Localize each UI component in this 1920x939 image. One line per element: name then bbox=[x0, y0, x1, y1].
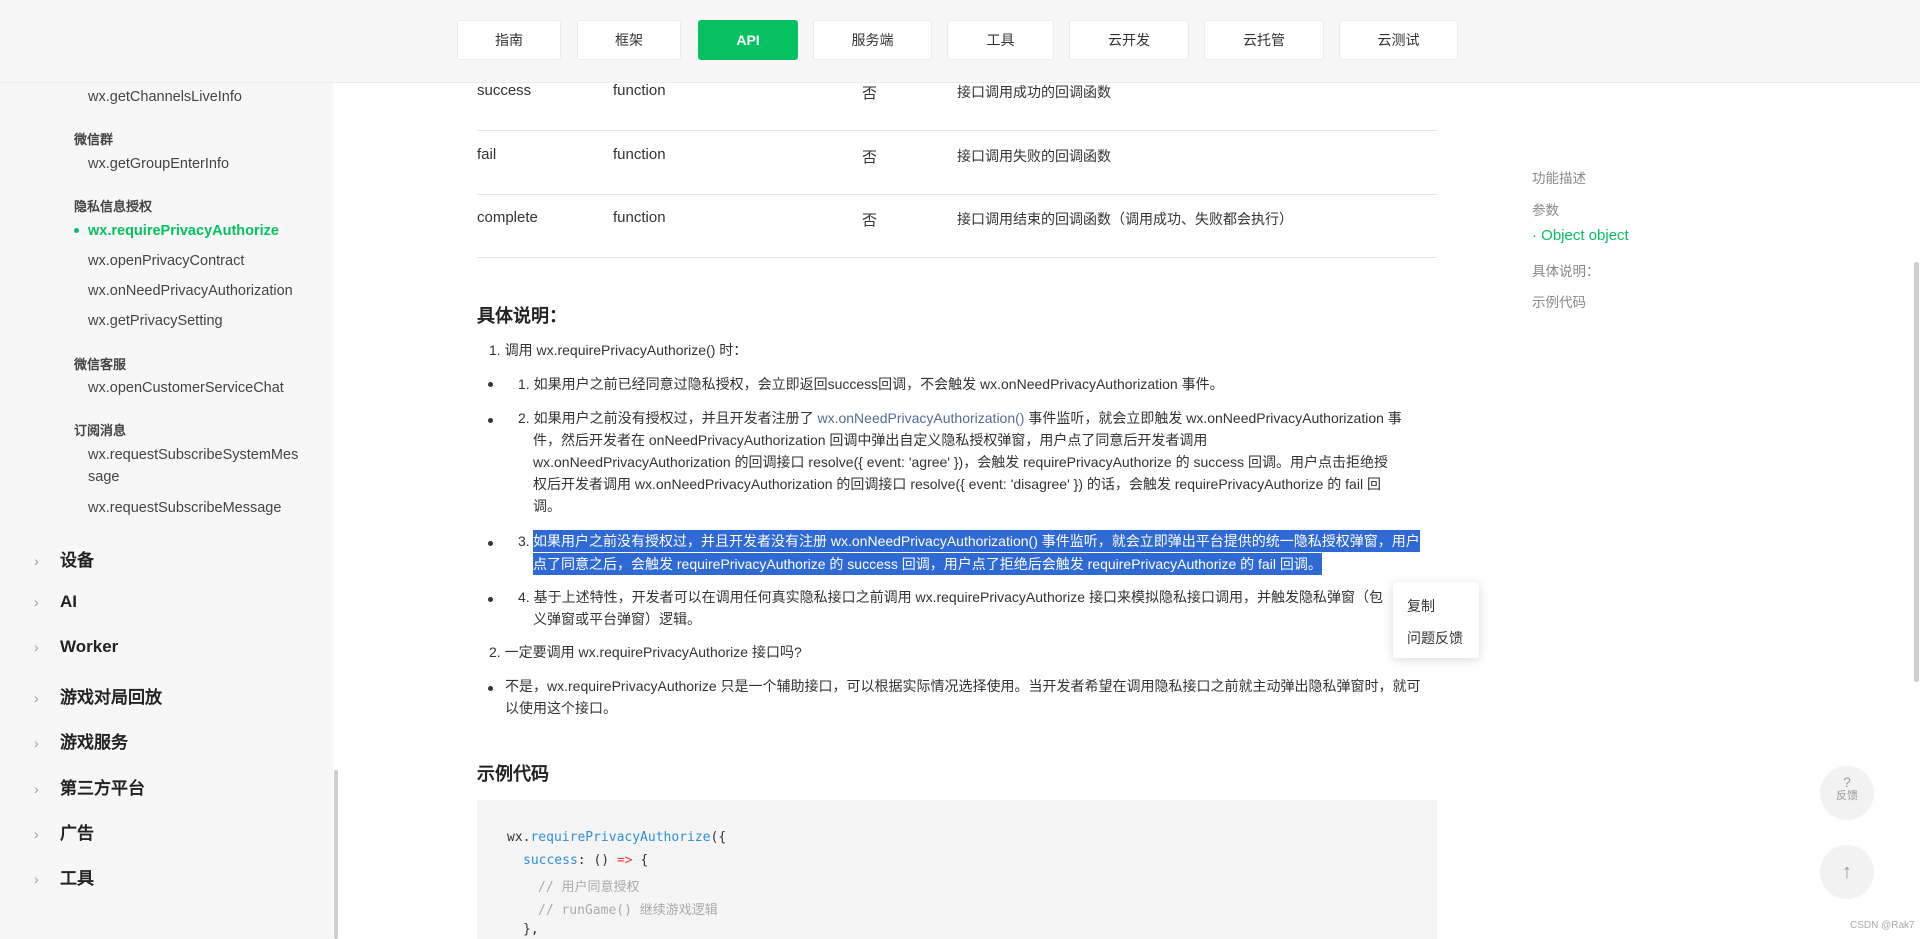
bullet-dot bbox=[488, 597, 493, 602]
sidebar-section-game-replay[interactable]: › 游戏对局回放 bbox=[34, 683, 162, 708]
watermark-credit: CSDN @Rak7 bbox=[1850, 920, 1915, 931]
active-dot-icon bbox=[74, 228, 79, 233]
list-item-line: 件，然后开发者在 onNeedPrivacyAuthorization 回调中弹… bbox=[533, 432, 1208, 448]
sidebar: wx.getChannelsLiveInfo 微信群 wx.getGroupEn… bbox=[0, 82, 333, 939]
sidebar-group-subscribe: 订阅消息 bbox=[74, 423, 127, 438]
tab-guide[interactable]: 指南 bbox=[457, 20, 561, 60]
sidebar-section-tools[interactable]: › 工具 bbox=[34, 864, 94, 889]
sidebar-item-requestsubscribemessage[interactable]: wx.requestSubscribeMessage bbox=[88, 497, 281, 519]
back-to-top-button[interactable]: ↑ bbox=[1820, 845, 1874, 899]
chevron-right-icon: › bbox=[34, 735, 39, 751]
list-item: 1. 如果用户之前已经同意过隐私授权，会立即返回success回调，不会触发 w… bbox=[518, 376, 1224, 392]
toc-item-details[interactable]: 具体说明： bbox=[1532, 260, 1600, 280]
sidebar-group-customer-service: 微信客服 bbox=[74, 357, 127, 372]
sidebar-section-game-service[interactable]: › 游戏服务 bbox=[34, 728, 128, 753]
context-menu: 复制 问题反馈 bbox=[1393, 582, 1479, 658]
list-item-line: wx.onNeedPrivacyAuthorization 的回调接口 reso… bbox=[533, 454, 1388, 470]
sidebar-item-requestsubscribesystemmessage-wrap[interactable]: sage bbox=[88, 466, 119, 488]
tab-framework[interactable]: 框架 bbox=[577, 20, 681, 60]
tab-api[interactable]: API bbox=[698, 20, 798, 60]
selected-text[interactable]: 点了同意之后，会触发 requirePrivacyAuthorize 的 suc… bbox=[533, 553, 1322, 575]
sidebar-item-getchannelsliveinfo[interactable]: wx.getChannelsLiveInfo bbox=[88, 86, 242, 108]
sidebar-group-privacy: 隐私信息授权 bbox=[74, 199, 153, 214]
list-item-line: 义弹窗或平台弹窗）逻辑。 bbox=[533, 611, 701, 627]
list-item: 不是，wx.requirePrivacyAuthorize 只是一个辅助接口，可… bbox=[505, 678, 1421, 694]
section-heading-example: 示例代码 bbox=[477, 764, 549, 784]
sidebar-section-device[interactable]: › 设备 bbox=[34, 546, 94, 571]
sidebar-item-getprivacysetting[interactable]: wx.getPrivacySetting bbox=[88, 310, 223, 332]
list-item-line: 调。 bbox=[533, 498, 561, 514]
toc-item-description[interactable]: 功能描述 bbox=[1532, 167, 1586, 187]
code-block[interactable]: wx.requirePrivacyAuthorize({ success: ()… bbox=[477, 800, 1437, 939]
top-nav: 指南 框架 API 服务端 工具 云开发 云托管 云测试 bbox=[0, 0, 1920, 83]
tab-tools[interactable]: 工具 bbox=[947, 20, 1054, 60]
sidebar-group-wechat-group: 微信群 bbox=[74, 132, 114, 147]
sidebar-item-opencustomerservicechat[interactable]: wx.openCustomerServiceChat bbox=[88, 377, 284, 399]
page-scrollbar[interactable] bbox=[1914, 262, 1919, 682]
sidebar-scrollbar[interactable] bbox=[334, 770, 338, 939]
copy-menu-item[interactable]: 复制 bbox=[1407, 596, 1435, 616]
on-need-privacy-link[interactable]: wx.onNeedPrivacyAuthorization() bbox=[817, 410, 1024, 426]
sidebar-item-getgroupenterinfo[interactable]: wx.getGroupEnterInfo bbox=[88, 153, 229, 175]
chevron-right-icon: › bbox=[34, 781, 39, 797]
tab-cloud-test[interactable]: 云测试 bbox=[1339, 20, 1458, 60]
sidebar-section-ads[interactable]: › 广告 bbox=[34, 819, 94, 844]
tab-server[interactable]: 服务端 bbox=[813, 20, 932, 60]
list-item: 2. 如果用户之前没有授权过，并且开发者注册了 wx.onNeedPrivacy… bbox=[518, 410, 1402, 426]
chevron-right-icon: › bbox=[34, 594, 39, 610]
help-icon: ? bbox=[1843, 774, 1851, 790]
sidebar-section-third-party[interactable]: › 第三方平台 bbox=[34, 774, 145, 799]
bullet-dot bbox=[488, 686, 493, 691]
table-row: fail function 否 接口调用失败的回调函数 bbox=[477, 131, 1437, 195]
sidebar-section-worker[interactable]: › Worker bbox=[34, 637, 118, 657]
bullet-dot bbox=[488, 541, 493, 546]
chevron-right-icon: › bbox=[34, 553, 39, 569]
bullet-dot bbox=[488, 418, 493, 423]
selected-text[interactable]: 如果用户之前没有授权过，并且开发者没有注册 wx.onNeedPrivacyAu… bbox=[533, 530, 1420, 552]
table-row: complete function 否 接口调用结束的回调函数（调用成功、失败都… bbox=[477, 194, 1437, 258]
toc-item-object[interactable]: · Object object bbox=[1532, 227, 1629, 244]
sidebar-item-openprivacycontract[interactable]: wx.openPrivacyContract bbox=[88, 250, 244, 272]
sidebar-item-onneedprivacyauthorization[interactable]: wx.onNeedPrivacyAuthorization bbox=[88, 280, 293, 302]
question-1: 1. 调用 wx.requirePrivacyAuthorize() 时： bbox=[489, 342, 748, 358]
list-item-line: 以使用这个接口。 bbox=[505, 700, 617, 716]
list-item-line: 权后开发者调用 wx.onNeedPrivacyAuthorization 的回… bbox=[533, 476, 1381, 492]
feedback-menu-item[interactable]: 问题反馈 bbox=[1407, 628, 1463, 648]
toc-item-example[interactable]: 示例代码 bbox=[1532, 291, 1586, 311]
chevron-right-icon: › bbox=[34, 826, 39, 842]
list-item-number: 3. bbox=[518, 533, 530, 549]
list-item: 4. 基于上述特性，开发者可以在调用任何真实隐私接口之前调用 wx.requir… bbox=[518, 589, 1383, 605]
section-heading-details: 具体说明： bbox=[477, 306, 567, 326]
chevron-right-icon: › bbox=[34, 639, 39, 655]
tab-cloud-hosting[interactable]: 云托管 bbox=[1204, 20, 1324, 60]
arrow-up-icon: ↑ bbox=[1842, 861, 1852, 883]
sidebar-item-requireprivacyauthorize[interactable]: wx.requirePrivacyAuthorize bbox=[88, 220, 279, 242]
toc-item-params[interactable]: 参数 bbox=[1532, 199, 1559, 219]
sidebar-section-ai[interactable]: › AI bbox=[34, 592, 77, 612]
question-2: 2. 一定要调用 wx.requirePrivacyAuthorize 接口吗? bbox=[489, 644, 802, 660]
chevron-right-icon: › bbox=[34, 871, 39, 887]
feedback-button[interactable]: ? 反馈 bbox=[1820, 766, 1874, 820]
chevron-right-icon: › bbox=[34, 690, 39, 706]
tab-cloud-dev[interactable]: 云开发 bbox=[1069, 20, 1189, 60]
bullet-dot bbox=[488, 382, 493, 387]
sidebar-item-requestsubscribesystemmessage[interactable]: wx.requestSubscribeSystemMes bbox=[88, 444, 298, 466]
